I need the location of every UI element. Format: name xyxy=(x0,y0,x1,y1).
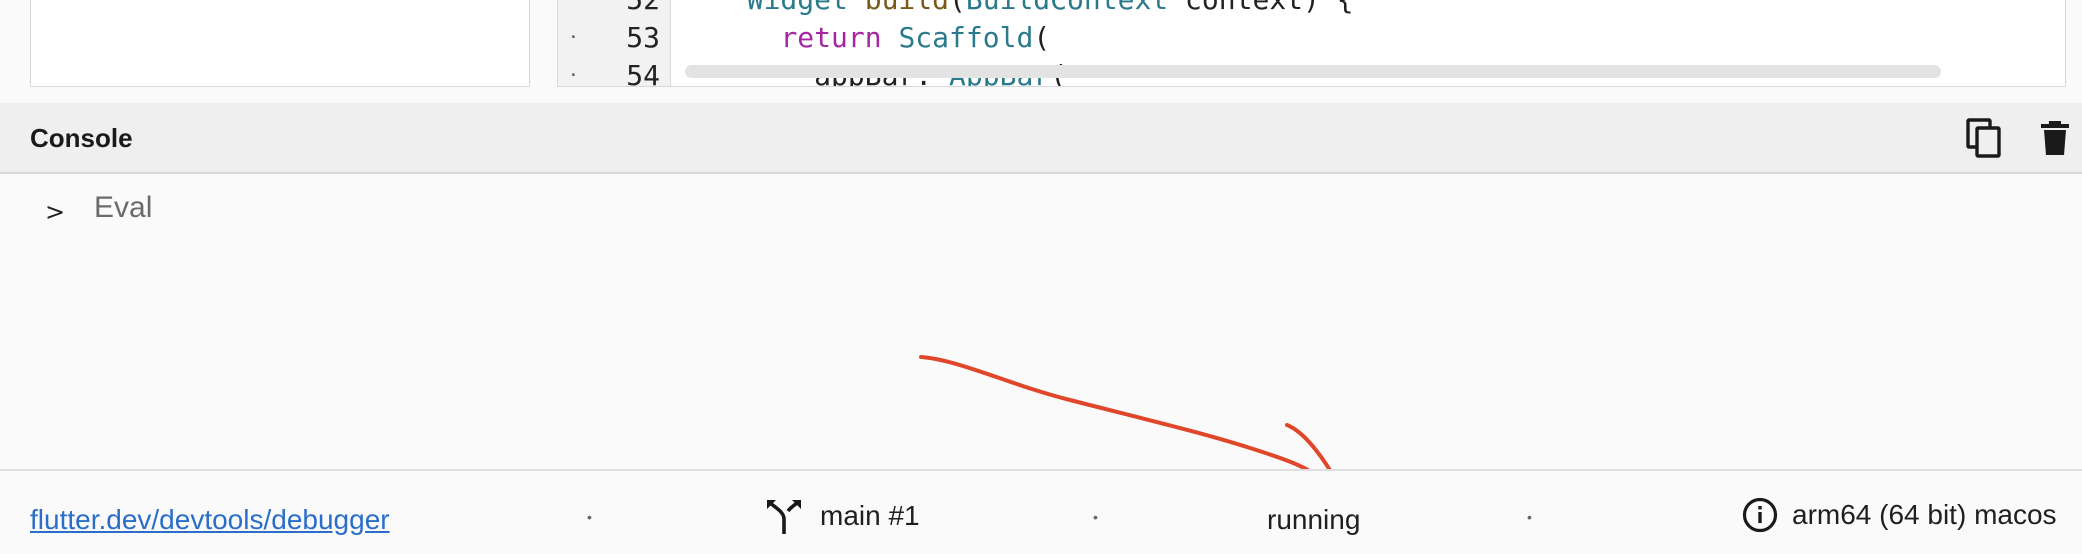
horizontal-scrollbar[interactable] xyxy=(685,65,1941,78)
code-text: Widget build(BuildContext context) { xyxy=(713,0,1354,19)
line-number: 52 xyxy=(598,0,660,19)
isolate-name: main #1 xyxy=(820,500,920,531)
console-title: Console xyxy=(30,123,133,153)
code-token: Scaffold xyxy=(898,21,1034,54)
line-number: 53 xyxy=(626,21,660,54)
copy-icon xyxy=(1966,118,2001,158)
code-line: · 52 Widget build(BuildContext context) { xyxy=(558,0,2065,19)
trash-icon xyxy=(2041,121,2069,155)
docs-link[interactable]: flutter.dev/devtools/debugger xyxy=(30,504,390,536)
vm-info: arm64 (64 bit) macos xyxy=(1742,497,2057,533)
copy-console-button[interactable] xyxy=(1963,117,2005,159)
line-number: 54 xyxy=(626,59,660,87)
code-token: Widget xyxy=(713,0,865,16)
clear-console-button[interactable] xyxy=(2034,117,2076,159)
call-stack-panel xyxy=(30,0,530,87)
eval-prompt: > xyxy=(45,198,66,226)
code-token: ( xyxy=(1033,21,1051,54)
eval-input[interactable] xyxy=(94,188,1994,228)
debugger-top-area: ·52 Widget build(BuildContext context) {… xyxy=(0,0,2082,103)
code-token: BuildContext xyxy=(966,0,1168,16)
status-bar: flutter.dev/devtools/debugger • main #1 … xyxy=(0,469,2082,554)
vm-info-text: arm64 (64 bit) macos xyxy=(1792,499,2057,530)
console-output: > xyxy=(0,174,2082,469)
breakpoint-slot[interactable]: · xyxy=(568,19,579,57)
code-token: ( xyxy=(949,0,966,16)
isolate-selector[interactable]: main #1 xyxy=(766,497,920,535)
code-token: build xyxy=(865,0,949,16)
fork-icon xyxy=(767,500,801,534)
code-token: context) { xyxy=(1168,0,1354,16)
breakpoint-slot[interactable]: · xyxy=(568,0,579,19)
info-icon xyxy=(1742,497,1778,533)
code-text: return Scaffold( xyxy=(713,19,1050,57)
status-separator: • xyxy=(1093,509,1098,525)
breakpoint-slot[interactable]: · xyxy=(568,57,579,86)
status-separator: • xyxy=(587,509,592,525)
isolate-state: running xyxy=(1267,504,1361,535)
code-token: return xyxy=(780,21,882,54)
code-editor: ·52 Widget build(BuildContext context) {… xyxy=(557,0,2066,87)
status-separator: • xyxy=(1527,509,1532,525)
code-line: · 53 return Scaffold( xyxy=(558,19,2065,57)
console-header: Console xyxy=(0,103,2082,174)
